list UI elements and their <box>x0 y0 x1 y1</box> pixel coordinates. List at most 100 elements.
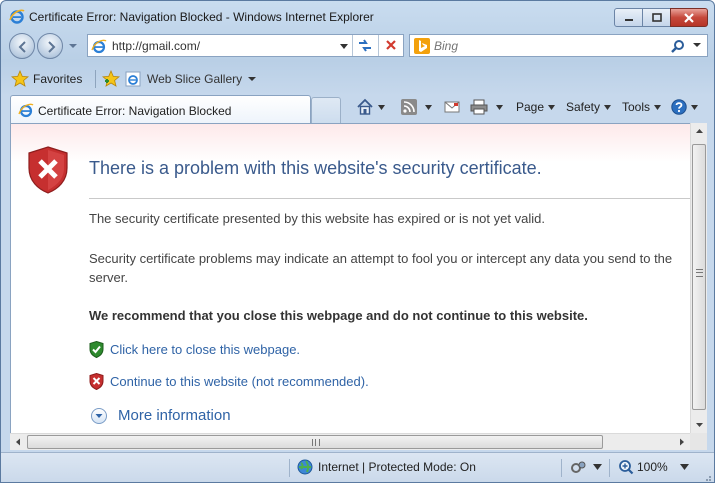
more-information-link[interactable]: More information <box>118 407 231 424</box>
resize-grip-icon[interactable] <box>702 472 712 482</box>
close-webpage-link[interactable]: Click here to close this webpage. <box>110 342 300 357</box>
error-description: The security certificate presented by th… <box>89 211 545 226</box>
divider <box>89 198 690 199</box>
help-icon <box>671 99 687 115</box>
web-slice-gallery-label: Web Slice Gallery <box>147 72 243 86</box>
ie-logo-icon <box>9 9 25 24</box>
rss-feed-icon <box>401 99 417 115</box>
forward-arrow-icon <box>48 41 56 53</box>
status-bar: Internet | Protected Mode: On 100% <box>1 452 714 482</box>
safety-menu-button[interactable]: Safety <box>566 96 612 118</box>
window-title: Certificate Error: Navigation Blocked - … <box>29 10 374 24</box>
zoom-magnifier-icon <box>619 460 634 475</box>
forward-button[interactable] <box>37 33 63 59</box>
expand-circle-icon <box>91 407 107 424</box>
scroll-grip <box>696 269 703 277</box>
error-warning: Security certificate problems may indica… <box>89 251 673 285</box>
favorites-button[interactable]: Favorites <box>11 69 82 89</box>
favorites-separator <box>95 70 96 88</box>
title-bar: Certificate Error: Navigation Blocked - … <box>1 1 714 31</box>
address-dropdown-icon[interactable] <box>337 39 351 53</box>
security-settings-icon <box>571 461 586 473</box>
recent-pages-dropdown-icon[interactable] <box>68 42 78 50</box>
security-zone-text: Internet | Protected Mode: On <box>318 460 476 474</box>
chevron-down-icon <box>378 104 385 110</box>
status-separator <box>289 459 290 477</box>
close-window-button[interactable] <box>670 8 708 27</box>
globe-icon <box>297 459 313 475</box>
chevron-down-icon <box>248 77 257 81</box>
status-separator <box>609 459 610 477</box>
back-button[interactable] <box>9 33 35 59</box>
page-menu-button[interactable]: Page <box>516 96 556 118</box>
home-icon <box>357 98 373 115</box>
continue-action: Continue to this website (not recommende… <box>89 372 369 390</box>
stop-button[interactable] <box>378 35 403 56</box>
back-arrow-icon <box>18 41 26 53</box>
ie-page-icon <box>91 39 107 54</box>
scrollbar-corner <box>690 433 707 450</box>
print-button[interactable] <box>470 96 503 118</box>
add-to-favorites-bar-icon[interactable] <box>102 70 120 88</box>
scroll-left-arrow-icon[interactable] <box>10 434 27 450</box>
bing-logo-icon <box>414 38 430 54</box>
search-icon[interactable] <box>671 39 685 53</box>
help-button[interactable] <box>671 96 698 118</box>
green-shield-check-icon <box>89 340 104 358</box>
favorites-star-icon <box>11 70 29 87</box>
tab-certificate-error[interactable]: Certificate Error: Navigation Blocked <box>10 95 311 123</box>
chevron-down-icon <box>593 464 602 470</box>
vertical-scroll-thumb[interactable] <box>692 144 706 410</box>
printer-icon <box>470 99 488 115</box>
stop-icon <box>386 40 396 50</box>
more-information-toggle[interactable]: More information <box>91 407 231 424</box>
page-menu-label: Page <box>516 100 545 114</box>
close-icon <box>684 12 694 23</box>
zoom-level-text: 100% <box>637 460 668 474</box>
security-error-shield-icon <box>28 146 68 194</box>
mail-icon <box>444 101 460 113</box>
scroll-down-arrow-icon[interactable] <box>691 416 708 433</box>
ie-page-icon <box>18 103 34 118</box>
minimize-button[interactable] <box>614 8 643 27</box>
window-controls <box>614 8 708 27</box>
chevron-down-icon <box>496 104 503 110</box>
chevron-down-icon <box>679 464 689 470</box>
scroll-right-arrow-icon[interactable] <box>673 434 690 450</box>
recommendation-text: We recommend that you close this webpage… <box>89 308 588 323</box>
search-options-dropdown-icon[interactable] <box>692 41 702 49</box>
scroll-grip <box>312 439 320 446</box>
chevron-down-icon <box>425 104 432 110</box>
zoom-level-button[interactable]: 100% <box>618 459 689 475</box>
new-tab-button[interactable] <box>311 97 341 123</box>
chevron-down-icon <box>604 104 612 110</box>
tools-menu-button[interactable]: Tools <box>622 96 662 118</box>
minimize-icon <box>624 18 633 21</box>
address-bar <box>87 34 404 57</box>
address-input[interactable] <box>112 37 342 54</box>
favorites-label: Favorites <box>33 72 83 86</box>
search-input[interactable] <box>434 37 654 54</box>
scroll-up-arrow-icon[interactable] <box>691 123 708 140</box>
security-zone[interactable]: Internet | Protected Mode: On <box>297 459 476 475</box>
horizontal-scroll-thumb[interactable] <box>27 435 603 449</box>
refresh-button[interactable] <box>352 35 378 56</box>
continue-to-website-link[interactable]: Continue to this website (not recommende… <box>110 374 369 389</box>
vertical-scrollbar[interactable] <box>690 123 707 433</box>
read-mail-button[interactable] <box>444 96 460 118</box>
refresh-icon <box>359 39 371 52</box>
web-slice-gallery-link[interactable]: Web Slice Gallery <box>125 69 258 89</box>
maximize-button[interactable] <box>642 8 671 27</box>
maximize-icon <box>651 13 662 22</box>
protected-mode-button[interactable] <box>570 459 602 475</box>
home-button[interactable] <box>356 96 385 118</box>
search-box <box>409 34 708 57</box>
red-shield-x-icon <box>89 372 104 390</box>
navigation-bar <box>1 31 714 63</box>
chevron-down-icon <box>548 104 556 110</box>
tab-label: Certificate Error: Navigation Blocked <box>38 104 232 118</box>
feeds-button[interactable] <box>401 96 432 118</box>
error-banner-background <box>11 124 690 162</box>
ie-page-icon <box>125 71 141 87</box>
horizontal-scrollbar[interactable] <box>10 433 690 450</box>
